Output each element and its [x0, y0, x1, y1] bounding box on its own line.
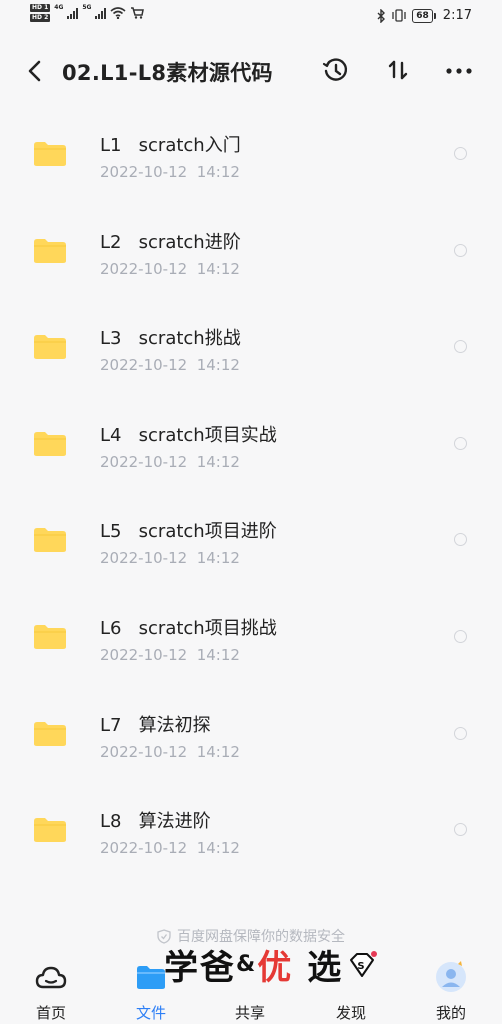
list-item[interactable]: L6 scratch项目挑战 2022-10-12 14:12	[0, 588, 502, 685]
list-item[interactable]: L5 scratch项目进阶 2022-10-12 14:12	[0, 491, 502, 588]
select-radio[interactable]	[454, 533, 467, 547]
folder-icon	[34, 335, 66, 360]
watermark-badge-letter: S	[358, 961, 367, 972]
hd1-badge: HD 1	[30, 4, 51, 12]
select-radio[interactable]	[454, 823, 467, 837]
file-name: L7 算法初探	[100, 714, 211, 736]
watermark-text-red: 优	[257, 948, 294, 988]
file-time: 2022-10-12 14:12	[100, 452, 240, 471]
watermark-badge-icon: S	[350, 950, 378, 977]
clock-time: 2:17	[442, 8, 472, 23]
bluetooth-icon	[377, 8, 386, 23]
file-name: L8 算法进阶	[100, 811, 211, 833]
hd2-badge: HD 2	[30, 14, 51, 22]
list-item[interactable]: L8 算法进阶 2022-10-12 14:12	[0, 781, 502, 878]
tab-discover-label: 发现	[335, 1004, 366, 1022]
back-button[interactable]	[22, 58, 48, 84]
file-name: L4 scratch项目实战	[100, 424, 277, 446]
folder-icon	[34, 528, 66, 553]
file-name: L5 scratch项目进阶	[100, 521, 277, 543]
file-time: 2022-10-12 14:12	[100, 356, 240, 375]
battery-icon: 68	[412, 8, 436, 23]
vibrate-icon	[392, 9, 406, 22]
select-radio[interactable]	[454, 340, 467, 354]
wifi-icon	[110, 7, 127, 19]
file-name: L3 scratch挑战	[100, 328, 241, 350]
select-radio[interactable]	[454, 243, 467, 257]
list-item[interactable]: L3 scratch挑战 2022-10-12 14:12	[0, 298, 502, 395]
watermark-text-2: 选	[307, 948, 344, 988]
file-name: L6 scratch项目挑战	[100, 617, 277, 639]
network-5g-label: 5G	[82, 4, 92, 11]
sort-icon[interactable]	[384, 56, 412, 84]
signal-icon	[67, 7, 79, 19]
file-time: 2022-10-12 14:12	[100, 163, 240, 181]
home-cloud-icon	[35, 966, 67, 989]
file-time: 2022-10-12 14:12	[100, 839, 240, 858]
more-dots-icon[interactable]	[444, 58, 474, 84]
select-radio[interactable]	[454, 147, 467, 160]
list-item[interactable]: L2 scratch进阶 2022-10-12 14:12	[0, 202, 502, 299]
watermark: 学爸 & 优 选 S	[164, 940, 378, 989]
file-name: L2 scratch进阶	[100, 231, 241, 253]
sort-arrows-icon	[388, 60, 408, 80]
watermark-ampersand: &	[236, 952, 258, 977]
hd-indicators: HD 1 HD 2	[30, 4, 51, 22]
status-bar: HD 1 HD 2 4G 5G 68 2:17	[0, 0, 502, 34]
network-4g-label: 4G	[54, 4, 64, 11]
folder-active-icon	[137, 966, 165, 989]
folder-icon	[34, 721, 66, 746]
list-item[interactable]: L1 scratch入门 2022-10-12 14:12	[0, 105, 502, 202]
file-list: L1 scratch入门 2022-10-12 14:12 L2 scratch…	[0, 105, 502, 878]
history-clock-icon[interactable]	[322, 57, 350, 85]
folder-icon	[34, 431, 66, 456]
list-item[interactable]: L7 算法初探 2022-10-12 14:12	[0, 685, 502, 782]
select-radio[interactable]	[454, 629, 467, 643]
cart-icon	[131, 7, 145, 19]
file-name: L1 scratch入门	[100, 135, 241, 156]
file-time: 2022-10-12 14:12	[100, 645, 240, 664]
signal-icon	[95, 7, 107, 19]
file-time: 2022-10-12 14:12	[100, 259, 240, 278]
tab-mine-label: 我的	[435, 1004, 466, 1022]
folder-icon	[34, 624, 66, 649]
tab-files-label: 文件	[135, 1004, 166, 1022]
page-title: 02.L1-L8素材源代码	[62, 61, 273, 85]
file-time: 2022-10-12 14:12	[100, 742, 240, 761]
watermark-text-1: 学爸	[164, 948, 236, 988]
tab-share-label: 共享	[234, 1004, 265, 1022]
list-item[interactable]: L4 scratch项目实战 2022-10-12 14:12	[0, 395, 502, 492]
tab-home-label: 首页	[35, 1004, 66, 1022]
avatar-icon	[436, 961, 466, 992]
select-radio[interactable]	[454, 726, 467, 740]
status-left: HD 1 HD 2 4G 5G	[30, 4, 145, 22]
header: 02.L1-L8素材源代码	[0, 46, 502, 96]
folder-icon	[34, 142, 66, 166]
folder-icon	[34, 238, 66, 263]
file-time: 2022-10-12 14:12	[100, 549, 240, 568]
folder-icon	[34, 818, 66, 843]
tab-mine[interactable]: 我的	[416, 950, 486, 1024]
select-radio[interactable]	[454, 436, 467, 450]
status-right: 68 2:17	[377, 8, 472, 23]
tab-home[interactable]: 首页	[16, 950, 86, 1024]
